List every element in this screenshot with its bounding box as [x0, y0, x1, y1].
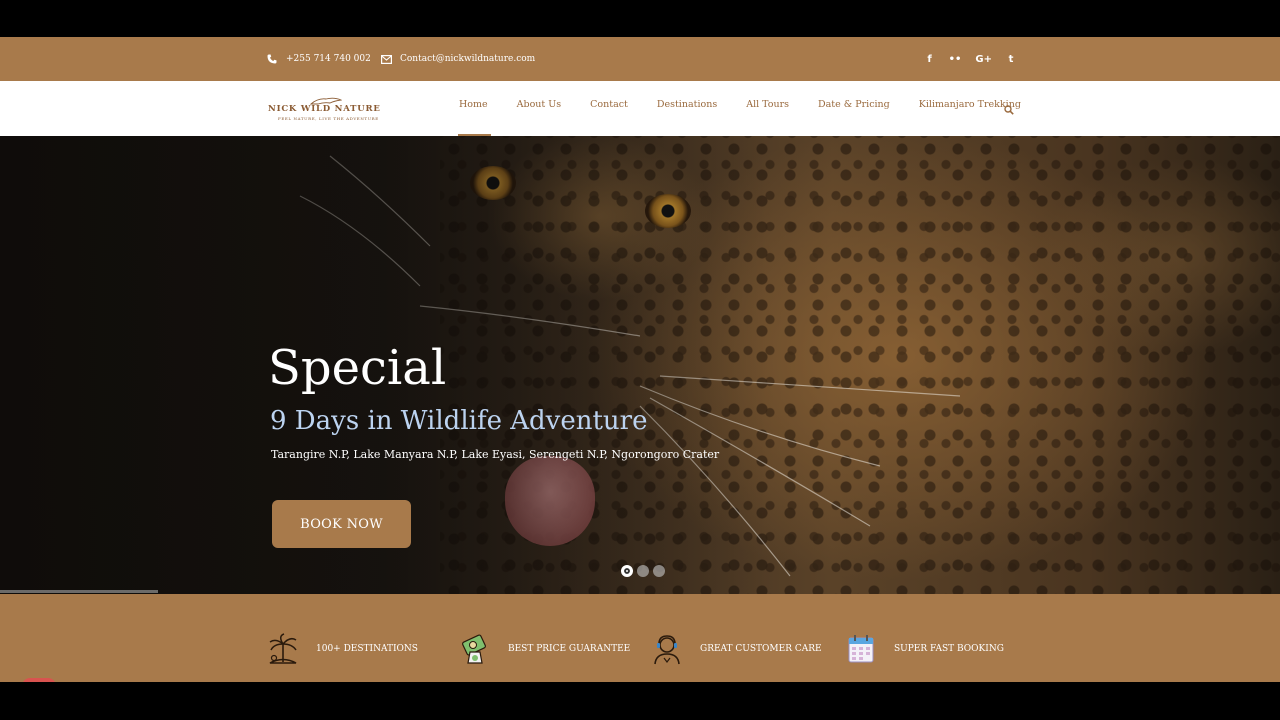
book-now-button[interactable]: BOOK NOW: [272, 500, 411, 548]
phone-number: +255 714 740 002: [286, 54, 371, 64]
primary-nav: Home About Us Contact Destinations All T…: [458, 81, 1050, 136]
email-contact[interactable]: Contact@nickwildnature.com: [380, 37, 535, 81]
twitter-icon[interactable]: t: [1006, 54, 1016, 65]
slider-progress-bar: [0, 590, 158, 593]
search-icon[interactable]: [1004, 100, 1014, 119]
nav-date-pricing[interactable]: Date & Pricing: [818, 81, 890, 136]
nav-all-tours[interactable]: All Tours: [746, 81, 789, 136]
envelope-icon: [380, 53, 392, 65]
feature-label: 100+ DESTINATIONS: [316, 644, 418, 654]
letterbox-top: [0, 0, 1280, 37]
hero-subtitle: 9 Days in Wildlife Adventure: [270, 406, 648, 436]
hero-title: Special: [268, 340, 447, 396]
customer-support-icon: [650, 632, 684, 666]
feature-best-price: BEST PRICE GUARANTEE: [458, 632, 630, 666]
email-address: Contact@nickwildnature.com: [400, 54, 536, 64]
slider-dot-2[interactable]: [637, 565, 649, 577]
logo-name: NICK WILD NATURE: [268, 104, 381, 114]
hero-vignette: [0, 136, 1280, 594]
hero-slider: Special 9 Days in Wildlife Adventure Tar…: [0, 136, 1280, 594]
top-contact-bar: +255 714 740 002 Contact@nickwildnature.…: [0, 37, 1280, 81]
feature-label: BEST PRICE GUARANTEE: [508, 644, 631, 654]
price-tag-icon: [458, 632, 492, 666]
social-links: f •• G+ t: [925, 37, 1016, 81]
flickr-icon[interactable]: ••: [949, 54, 962, 65]
google-plus-icon[interactable]: G+: [975, 54, 992, 65]
phone-contact[interactable]: +255 714 740 002: [266, 37, 371, 81]
letterbox-bottom: [0, 682, 1280, 720]
nav-destinations[interactable]: Destinations: [657, 81, 717, 136]
calendar-icon: [844, 632, 878, 666]
logo-tagline: FEEL NATURE, LIVE THE ADVENTURE: [278, 116, 379, 121]
slider-pagination: [621, 565, 665, 577]
slider-dot-1[interactable]: [621, 565, 633, 577]
facebook-icon[interactable]: f: [925, 54, 935, 65]
nav-contact[interactable]: Contact: [590, 81, 628, 136]
feature-destinations: 100+ DESTINATIONS: [266, 632, 418, 666]
site-logo[interactable]: NICK WILD NATURE FEEL NATURE, LIVE THE A…: [268, 95, 384, 125]
palm-island-icon: [266, 632, 300, 666]
phone-icon: [266, 53, 278, 65]
feature-fast-booking: SUPER FAST BOOKING: [844, 632, 1004, 666]
feature-label: SUPER FAST BOOKING: [894, 644, 1004, 654]
features-bar: 100+ DESTINATIONS BEST PRICE GUARANTEE G…: [0, 594, 1280, 682]
nav-about-us[interactable]: About Us: [517, 81, 562, 136]
hero-destinations-list: Tarangire N.P, Lake Manyara N.P, Lake Ey…: [271, 448, 720, 461]
nav-home[interactable]: Home: [458, 81, 491, 136]
feature-label: GREAT CUSTOMER CARE: [700, 644, 822, 654]
slider-dot-3[interactable]: [653, 565, 665, 577]
feature-customer-care: GREAT CUSTOMER CARE: [650, 632, 822, 666]
main-navbar: NICK WILD NATURE FEEL NATURE, LIVE THE A…: [0, 81, 1280, 136]
